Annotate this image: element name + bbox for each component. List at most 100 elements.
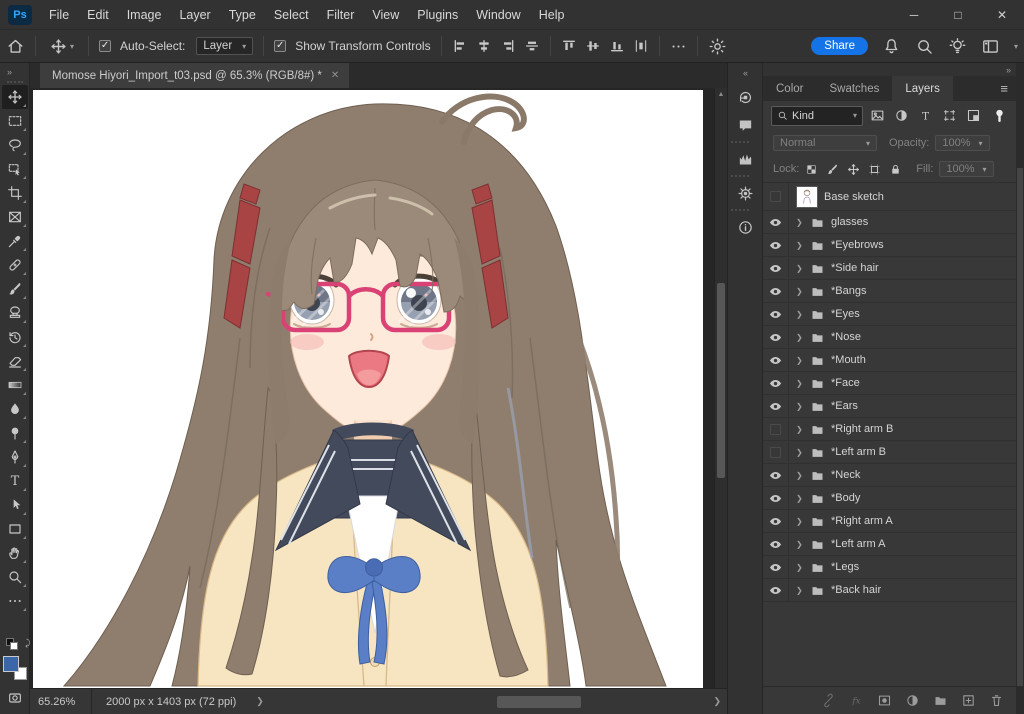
align-right-icon[interactable] — [500, 38, 516, 54]
layer-filter-toggle[interactable] — [991, 107, 1008, 124]
layer-name[interactable]: *Side hair — [831, 262, 879, 274]
layer-name[interactable]: *Back hair — [831, 584, 881, 596]
layer-name[interactable]: *Face — [831, 377, 860, 389]
layer-row[interactable]: ❯*Mouth — [763, 349, 1016, 372]
horizontal-scrollbar[interactable] — [270, 689, 708, 714]
filter-adjustment-icon[interactable] — [894, 108, 909, 123]
layer-name[interactable]: *Legs — [831, 561, 859, 573]
layer-visibility-off[interactable] — [763, 418, 789, 440]
layer-visibility-eye-icon[interactable] — [763, 579, 789, 601]
lasso-tool[interactable] — [2, 133, 28, 157]
vertical-scrollbar[interactable]: ▲ — [714, 88, 727, 688]
layer-row[interactable]: ❯*Side hair — [763, 257, 1016, 280]
minimize-button[interactable]: ─ — [892, 0, 936, 30]
menu-plugins[interactable]: Plugins — [408, 4, 467, 26]
info-panel-icon[interactable] — [731, 214, 759, 240]
spot-healing-tool[interactable] — [2, 253, 28, 277]
status-chevron-icon[interactable]: ❯ — [250, 696, 270, 707]
eyedropper-tool[interactable] — [2, 229, 28, 253]
expand-chevron-icon[interactable]: ❯ — [796, 402, 804, 411]
panel-menu-icon[interactable]: ≡ — [992, 76, 1016, 101]
home-icon[interactable] — [6, 37, 25, 56]
menu-file[interactable]: File — [40, 4, 78, 26]
right-edge-scrollbar-thumb[interactable] — [1017, 168, 1023, 686]
layer-row[interactable]: ❯ *Eyes — [763, 303, 1016, 326]
canvas[interactable] — [30, 88, 714, 688]
tab-swatches[interactable]: Swatches — [816, 76, 892, 101]
layer-visibility-eye-icon[interactable] — [763, 510, 789, 532]
align-bottom-icon[interactable] — [609, 38, 625, 54]
dock-expand-icon[interactable]: « — [743, 63, 747, 82]
current-tool-chip[interactable]: ▾ — [46, 36, 78, 57]
layer-name[interactable]: *Eyebrows — [831, 239, 884, 251]
layer-name[interactable]: *Eyes — [831, 308, 860, 320]
zoom-tool[interactable] — [2, 565, 28, 589]
horizontal-scrollbar-thumb[interactable] — [497, 696, 580, 708]
layer-name[interactable]: *Neck — [831, 469, 860, 481]
layer-visibility-eye-icon[interactable] — [763, 349, 789, 371]
quick-mask-button[interactable] — [2, 686, 28, 710]
gradient-tool[interactable] — [2, 373, 28, 397]
tab-color[interactable]: Color — [763, 76, 816, 101]
auto-select-checkbox[interactable]: ✓ — [99, 40, 111, 52]
menu-window[interactable]: Window — [467, 4, 529, 26]
lock-checker-icon[interactable] — [805, 163, 818, 176]
layer-row[interactable]: Base sketch — [763, 183, 1016, 211]
fx-icon[interactable]: fx — [849, 693, 864, 708]
trash-icon[interactable] — [989, 693, 1004, 708]
workspace-settings-gear-icon[interactable] — [708, 37, 727, 56]
layer-visibility-off[interactable] — [763, 441, 789, 463]
layer-name[interactable]: *Left arm A — [831, 538, 885, 550]
layer-visibility-eye-icon[interactable] — [763, 556, 789, 578]
expand-chevron-icon[interactable]: ❯ — [796, 425, 804, 434]
layer-filter-kind-dropdown[interactable]: Kind ▾ — [771, 106, 863, 126]
rectangular-marquee-tool[interactable] — [2, 109, 28, 133]
expand-chevron-icon[interactable]: ❯ — [796, 287, 804, 296]
toolbar-grip[interactable] — [7, 81, 23, 83]
lock-move-tool-icon[interactable] — [847, 163, 860, 176]
layer-name[interactable]: *Bangs — [831, 285, 866, 297]
layer-name[interactable]: *Mouth — [831, 354, 866, 366]
layer-name[interactable]: *Ears — [831, 400, 858, 412]
brush-tool[interactable] — [2, 277, 28, 301]
opacity-value[interactable]: 100%▾ — [935, 135, 989, 151]
align-vcenter-icon[interactable] — [524, 38, 540, 54]
expand-chevron-icon[interactable]: ❯ — [796, 563, 804, 572]
expand-chevron-icon[interactable]: ❯ — [796, 494, 804, 503]
foreground-color-swatch[interactable] — [3, 656, 19, 672]
more-options-icon[interactable] — [670, 38, 687, 55]
frame-tool[interactable] — [2, 205, 28, 229]
layer-row[interactable]: ❯ *Bangs — [763, 280, 1016, 303]
expand-chevron-icon[interactable]: ❯ — [796, 333, 804, 342]
filter-type-filter-icon[interactable]: T — [918, 108, 933, 123]
layer-row[interactable]: ❯ *Back hair — [763, 579, 1016, 602]
expand-chevron-icon[interactable]: ❯ — [796, 241, 804, 250]
expand-chevron-icon[interactable]: ❯ — [796, 218, 804, 227]
expand-chevron-icon[interactable]: ❯ — [796, 310, 804, 319]
menu-filter[interactable]: Filter — [318, 4, 364, 26]
right-edge-scrollbar[interactable] — [1016, 63, 1024, 714]
layer-row[interactable]: ❯ *Face — [763, 372, 1016, 395]
layer-visibility-eye-icon[interactable] — [763, 280, 789, 302]
adjustment-icon[interactable] — [905, 693, 920, 708]
layer-visibility-eye-icon[interactable] — [763, 211, 789, 233]
expand-chevron-icon[interactable]: ❯ — [796, 379, 804, 388]
layer-row[interactable]: ❯ *Neck — [763, 464, 1016, 487]
share-button[interactable]: Share — [811, 37, 868, 55]
expand-chevron-icon[interactable]: ❯ — [796, 586, 804, 595]
expand-chevron-icon[interactable]: ❯ — [796, 471, 804, 480]
layer-visibility-eye-icon[interactable] — [763, 487, 789, 509]
document-tab[interactable]: Momose Hiyori_Import_t03.psd @ 65.3% (RG… — [40, 63, 349, 88]
folder-icon[interactable] — [933, 693, 948, 708]
layer-visibility-eye-icon[interactable] — [763, 303, 789, 325]
layer-name[interactable]: *Left arm B — [831, 446, 886, 458]
layer-visibility-eye-icon[interactable] — [763, 234, 789, 256]
path-selection-tool[interactable] — [2, 493, 28, 517]
layer-row[interactable]: ❯*Left arm B — [763, 441, 1016, 464]
layer-row[interactable]: ❯ *Eyebrows — [763, 234, 1016, 257]
align-center-h-icon[interactable] — [476, 38, 492, 54]
filter-smart-object-icon[interactable] — [966, 108, 981, 123]
discover-bulb-icon[interactable] — [948, 37, 967, 56]
lock-artboard-icon[interactable] — [868, 163, 881, 176]
navigator-panel-icon[interactable] — [731, 180, 759, 206]
